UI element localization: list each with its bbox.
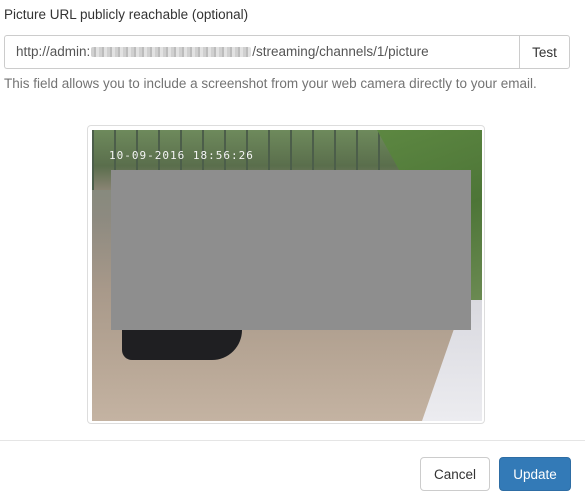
footer-divider [0, 440, 585, 441]
picture-url-input[interactable]: http://admin: /streaming/channels/1/pictu… [4, 35, 519, 69]
camera-snapshot-image: 10-09-2016 18:56:26 [92, 130, 482, 421]
url-redacted-credentials [91, 47, 252, 58]
camera-preview-thumbnail: 10-09-2016 18:56:26 [87, 125, 485, 424]
update-button[interactable]: Update [499, 457, 571, 491]
camera-redaction-block [111, 170, 471, 330]
test-button[interactable]: Test [519, 35, 570, 69]
picture-url-help-text: This field allows you to include a scree… [4, 76, 537, 91]
picture-url-dialog: Picture URL publicly reachable (optional… [0, 0, 585, 498]
picture-url-input-group: http://admin: /streaming/channels/1/pictu… [4, 35, 570, 69]
picture-url-label: Picture URL publicly reachable (optional… [4, 7, 249, 22]
url-suffix: /streaming/channels/1/picture [252, 44, 429, 59]
url-prefix: http://admin: [16, 44, 91, 59]
camera-timestamp-overlay: 10-09-2016 18:56:26 [109, 149, 254, 162]
cancel-button[interactable]: Cancel [420, 457, 490, 491]
